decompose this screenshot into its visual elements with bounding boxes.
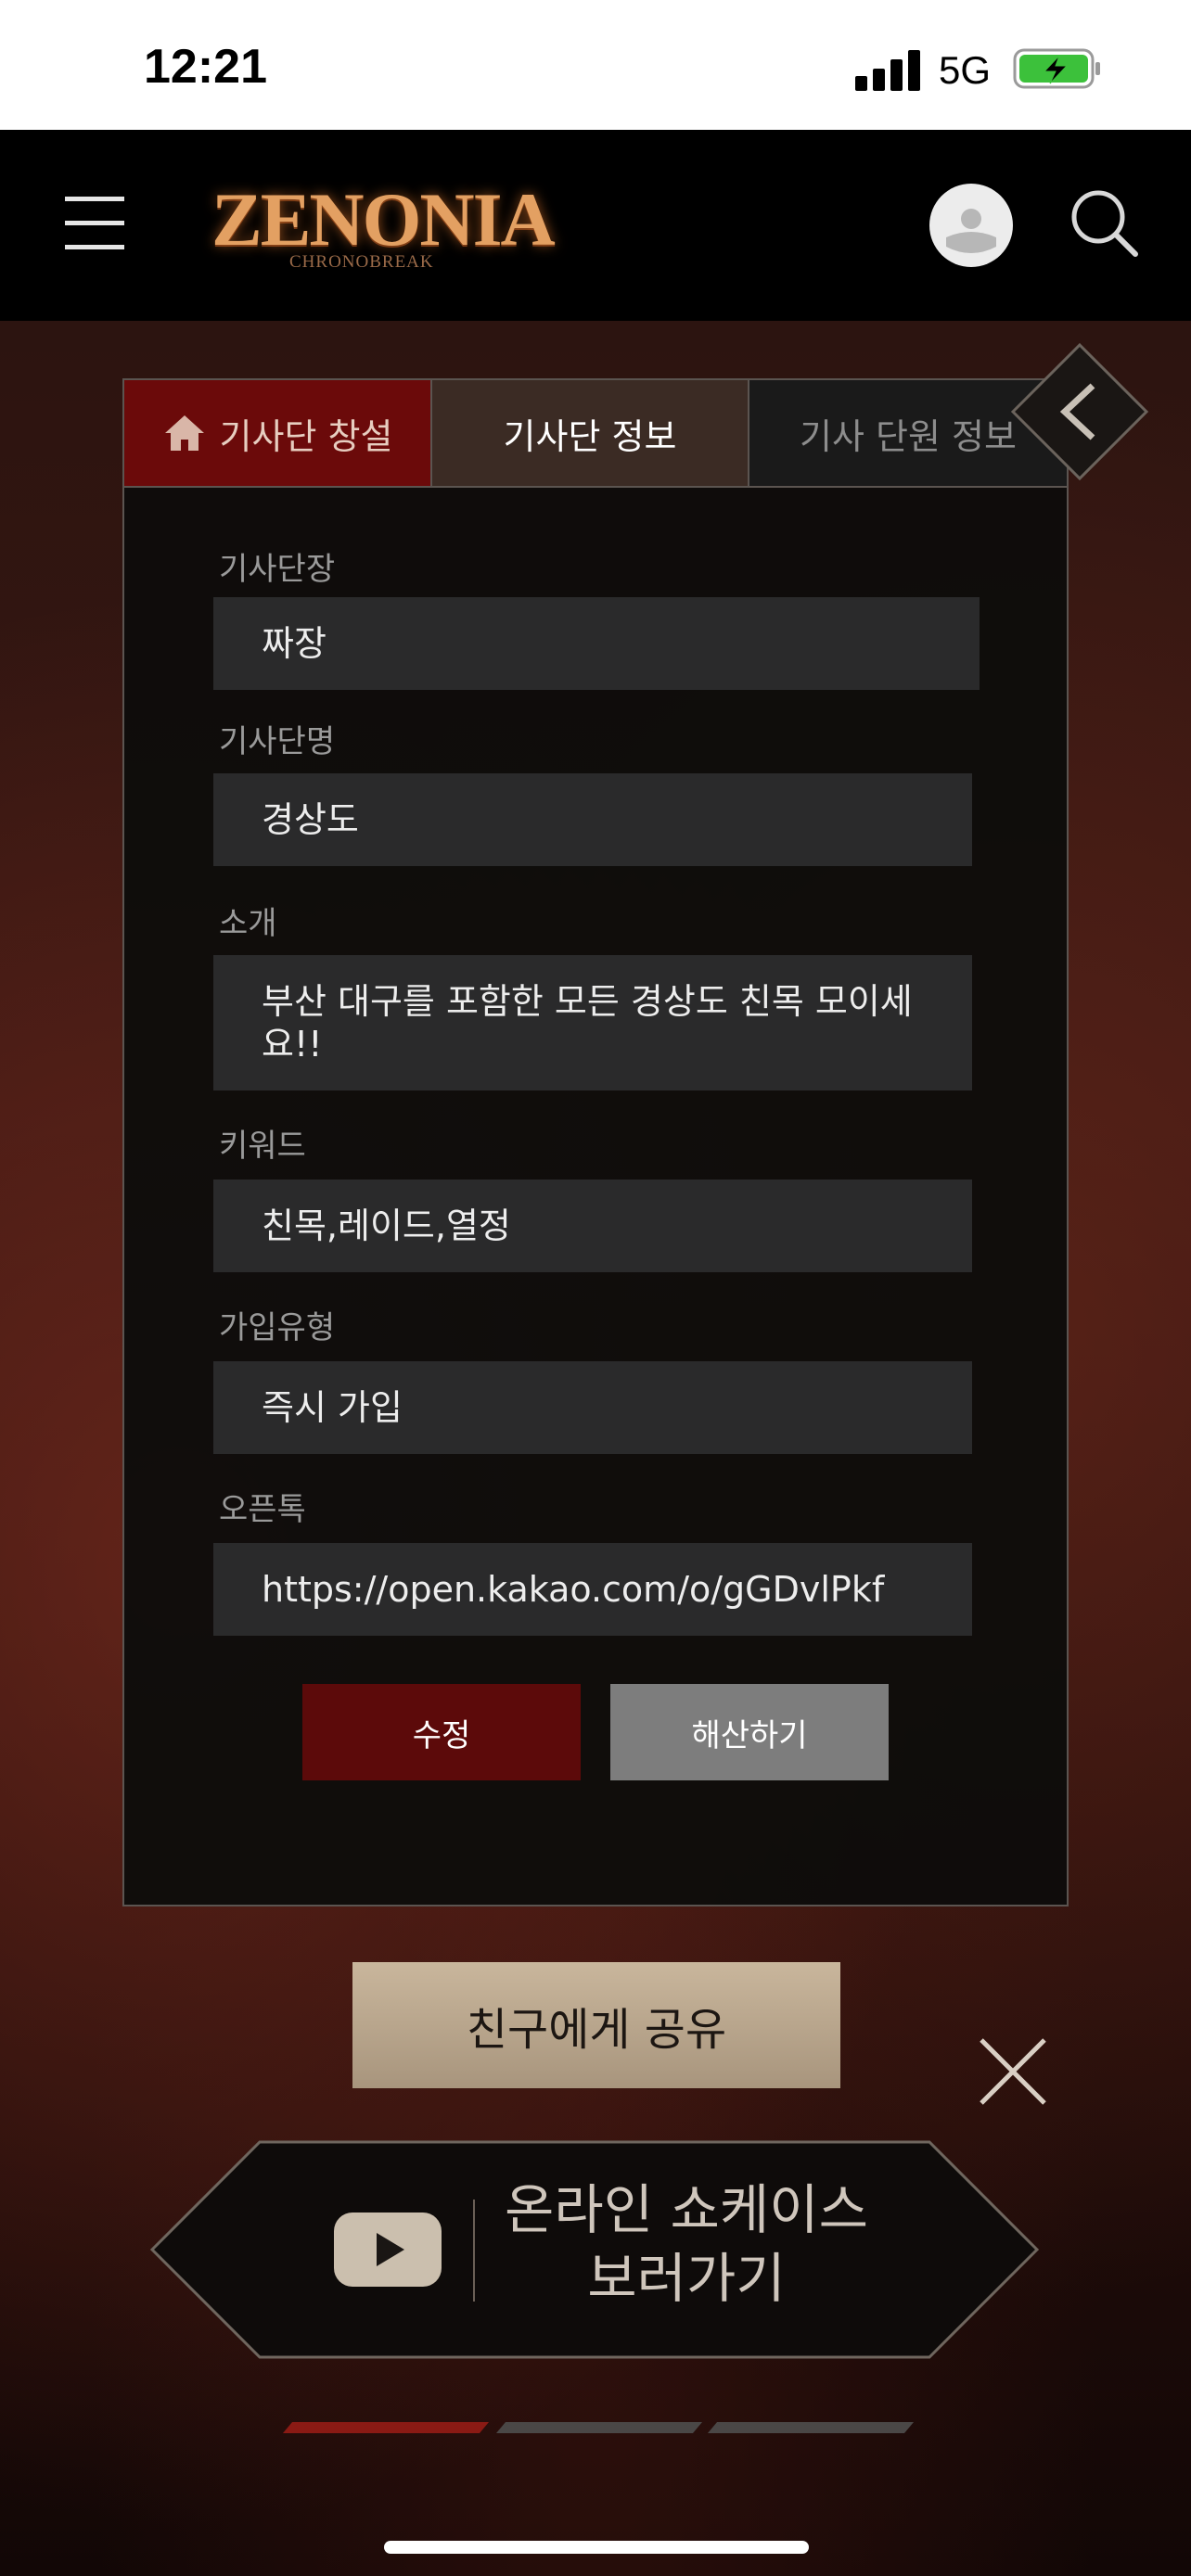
game-logo[interactable]: ZENONIA [211,176,556,261]
tab-knights-info[interactable]: 기사단 정보 [432,380,749,488]
tab-label: 기사단 창설 [219,415,393,457]
slide-indicator-1[interactable] [282,2422,490,2433]
home-indicator [384,2541,809,2554]
hamburger-menu-icon[interactable] [65,193,124,254]
home-icon [164,415,204,451]
close-icon[interactable] [974,2033,1052,2111]
tab-bar: 기사단 창설 기사단 정보 기사 단원 정보 [124,380,1067,488]
keyword-label: 키워드 [219,1128,306,1165]
edit-button[interactable]: 수정 [302,1684,581,1780]
status-bar: 12:21 5G [0,0,1191,130]
slide-indicator-3[interactable] [707,2422,915,2433]
user-icon [946,209,996,253]
signal-strength-icon [855,48,920,91]
tab-knights-create[interactable]: 기사단 창설 [124,380,432,488]
battery-charging-icon [1013,48,1100,89]
tab-label: 기사 단원 정보 [800,415,1017,457]
openchat-label: 오픈톡 [219,1491,306,1528]
knights-name-field: 경상도 [213,773,972,866]
showcase-line-1: 온라인 쇼케이스 [505,2178,868,2241]
network-type: 5G [939,48,992,92]
search-icon[interactable] [1067,185,1141,260]
knights-info-panel: 기사단 창설 기사단 정보 기사 단원 정보 기사단장 짜장 기사단명 경상도 … [122,378,1069,1906]
slide-indicator-2[interactable] [495,2422,703,2433]
tab-label: 기사단 정보 [503,415,677,457]
intro-field: 부산 대구를 포함한 모든 경상도 친목 모이세요!! [213,955,972,1090]
openchat-link-field[interactable]: https://open.kakao.com/o/gGDvlPkf [213,1543,972,1636]
keyword-field: 친목,레이드,열정 [213,1180,972,1272]
leader-label: 기사단장 [219,551,336,588]
game-logo-subtitle: CHRONOBREAK [289,252,434,272]
showcase-label: 온라인 쇼케이스 보러가기 [464,2175,909,2313]
leader-field: 짜장 [213,597,980,690]
status-time: 12:21 [144,40,267,94]
back-arrow-icon[interactable] [1007,339,1152,484]
knights-name-label: 기사단명 [219,723,336,760]
intro-label: 소개 [219,905,277,942]
youtube-play-icon [334,2213,442,2287]
showcase-line-2: 보러가기 [587,2247,786,2310]
join-type-label: 가입유형 [219,1309,336,1346]
share-to-friends-button[interactable]: 친구에게 공유 [352,1962,840,2088]
site-header: ZENONIA CHRONOBREAK [0,130,1191,321]
user-avatar[interactable] [929,184,1013,267]
join-type-field: 즉시 가입 [213,1361,972,1454]
dissolve-button[interactable]: 해산하기 [610,1684,889,1780]
slide-indicators [278,2422,918,2435]
